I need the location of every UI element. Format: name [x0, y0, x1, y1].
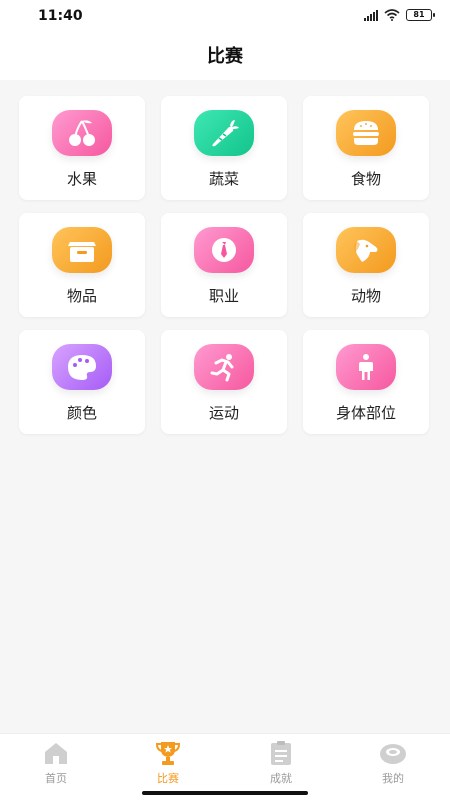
bottom-tab-bar: 首页 比赛 成就 我的 [0, 733, 450, 800]
tab-profile[interactable]: 我的 [353, 740, 433, 786]
category-label: 水果 [66, 170, 97, 188]
category-card-vegetable[interactable]: 蔬菜 [161, 96, 287, 200]
runner-icon [194, 344, 254, 390]
palette-icon [52, 344, 112, 390]
carrot-icon [194, 110, 254, 156]
status-bar: 11:40 81 [0, 0, 450, 34]
person-icon [336, 344, 396, 390]
tab-label: 比赛 [157, 772, 179, 785]
status-time: 11:40 [38, 8, 83, 24]
tab-label: 首页 [45, 772, 67, 785]
box-icon [52, 227, 112, 273]
category-card-animal[interactable]: 动物 [303, 213, 429, 317]
category-label: 颜色 [66, 404, 97, 422]
tab-achievements[interactable]: 成就 [241, 740, 321, 786]
burger-icon [336, 110, 396, 156]
cherry-icon [52, 110, 112, 156]
category-card-body[interactable]: 身体部位 [303, 330, 429, 434]
profile-icon [380, 744, 406, 764]
category-label: 蔬菜 [208, 170, 239, 188]
category-label: 职业 [208, 287, 239, 305]
dog-icon [336, 227, 396, 273]
home-icon [45, 743, 67, 764]
wifi-icon [384, 9, 400, 21]
clipboard-icon [271, 741, 291, 765]
battery-icon: 81 [406, 9, 435, 21]
home-indicator[interactable] [142, 791, 308, 795]
page-title: 比赛 [207, 46, 243, 67]
category-card-fruit[interactable]: 水果 [19, 96, 145, 200]
category-card-sport[interactable]: 运动 [161, 330, 287, 434]
tie-icon [194, 227, 254, 273]
tab-home[interactable]: 首页 [16, 740, 96, 786]
category-card-color[interactable]: 颜色 [19, 330, 145, 434]
tab-label: 成就 [270, 772, 292, 785]
category-label: 动物 [350, 287, 381, 305]
status-icons: 81 [364, 9, 435, 21]
trophy-icon [155, 742, 181, 765]
signal-icon [364, 9, 378, 21]
category-card-item[interactable]: 物品 [19, 213, 145, 317]
category-card-job[interactable]: 职业 [161, 213, 287, 317]
category-label: 运动 [208, 404, 239, 422]
category-label: 物品 [66, 287, 97, 305]
category-label: 食物 [350, 170, 381, 188]
category-card-food[interactable]: 食物 [303, 96, 429, 200]
category-label: 身体部位 [335, 404, 396, 422]
tab-label: 我的 [382, 772, 404, 785]
tab-competition[interactable]: 比赛 [128, 740, 208, 786]
header: 比赛 [0, 34, 450, 80]
